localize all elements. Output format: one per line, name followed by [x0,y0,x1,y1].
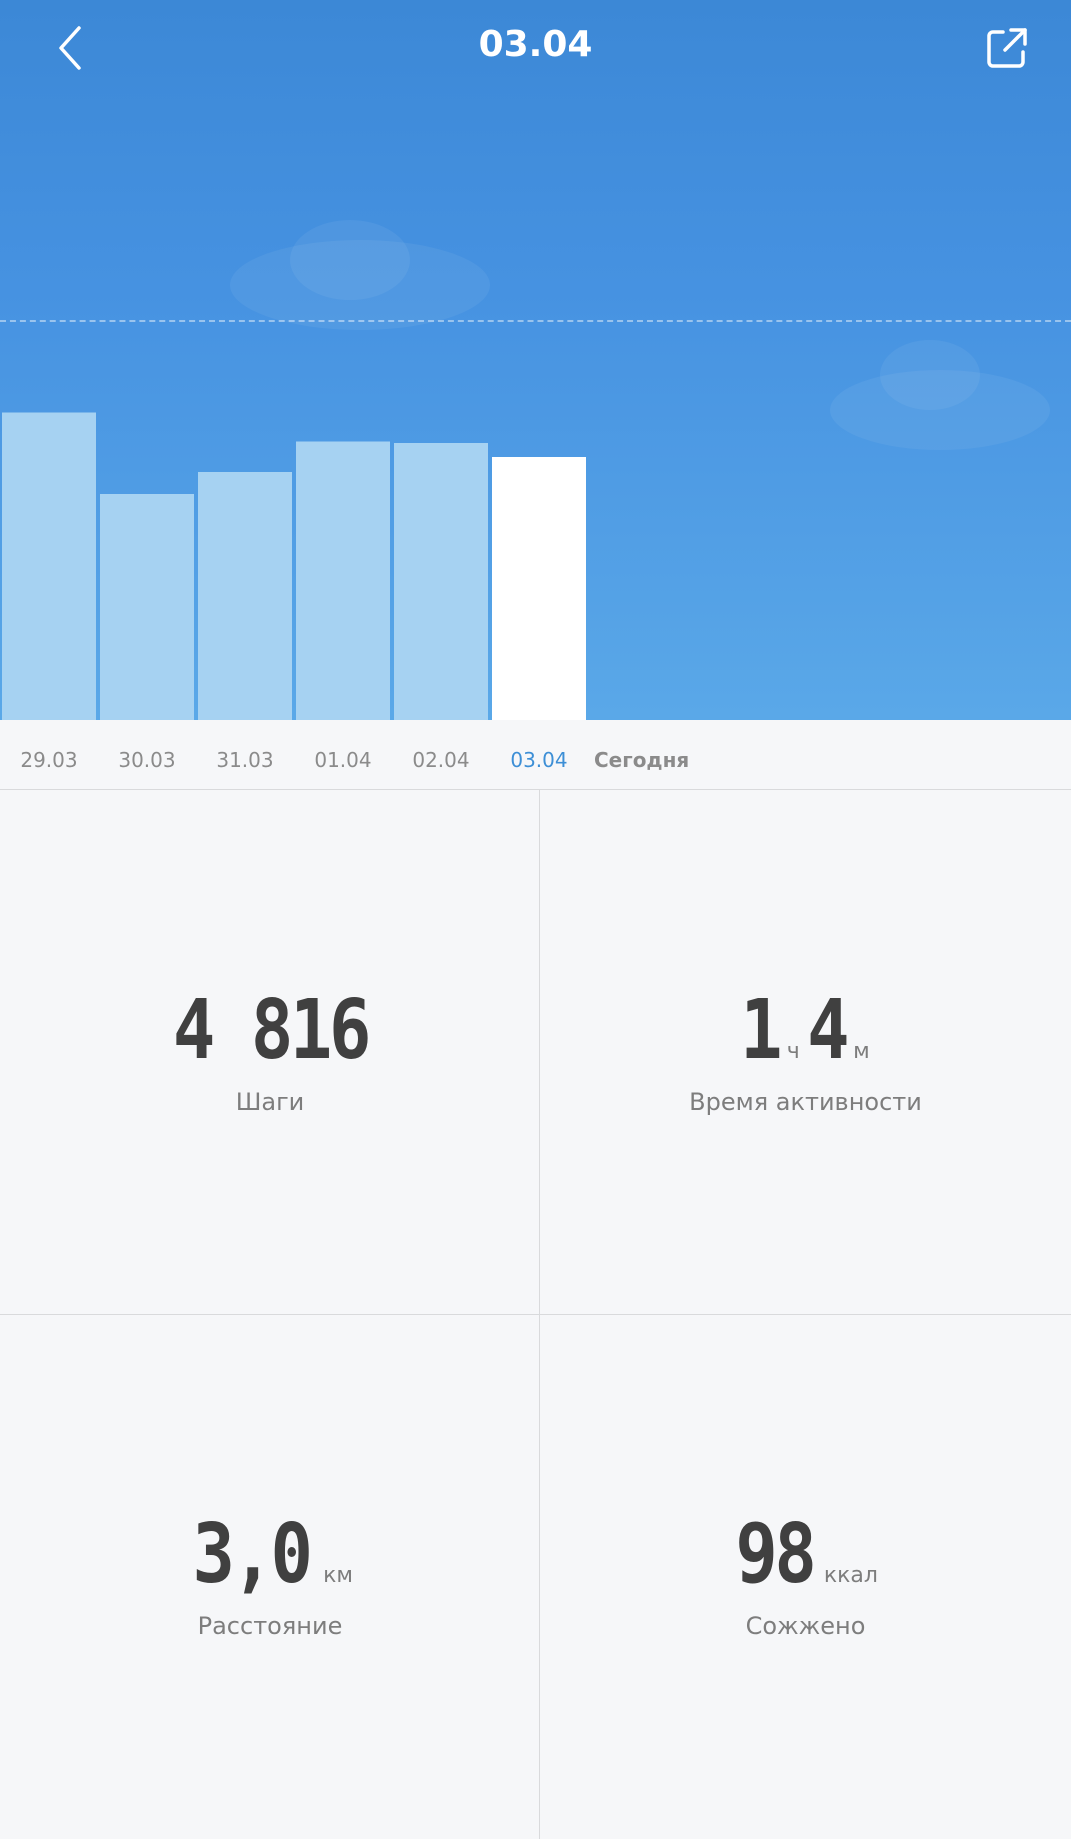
date-label-29-03[interactable]: 29.03 [0,748,98,772]
bar-02-04[interactable] [394,443,488,720]
bar-31-03[interactable] [198,472,292,720]
stat-active-time[interactable]: 1 ч 4 м Время активности [540,790,1071,1315]
share-external-icon [987,28,1027,68]
today-label[interactable]: Сегодня [594,748,689,772]
calories-value: 98 [735,1507,816,1602]
date-strip: 29.03 30.03 31.03 01.04 02.04 03.04 Сего… [0,720,1071,790]
calories-unit: ккал [823,1563,878,1588]
date-label-30-03[interactable]: 30.03 [98,748,196,772]
distance-unit: км [323,1563,353,1588]
hours-unit: ч [786,1038,800,1064]
stat-steps[interactable]: 4 816 Шаги [0,790,540,1315]
date-label-03-04[interactable]: 03.04 [490,748,588,772]
distance-label: Расстояние [197,1612,343,1640]
active-hours-value: 1 [740,982,782,1078]
date-label-01-04[interactable]: 01.04 [294,748,392,772]
active-time-value-row: 1 ч 4 м [737,982,873,1078]
calories-label: Сожжено [745,1612,866,1640]
steps-value-row: 4 816 [157,982,384,1078]
bar-30-03[interactable] [100,494,194,720]
daily-steps-chart-area: 03.04 [0,0,1071,720]
date-label-31-03[interactable]: 31.03 [196,748,294,772]
top-bar: 03.04 [0,0,1071,96]
distance-value-row: 3,0 км [183,1514,357,1596]
stats-grid: 4 816 Шаги 1 ч 4 м Время активности 3,0 … [0,790,1071,1839]
active-time-label: Время активности [689,1087,922,1116]
steps-bar-chart [2,412,586,721]
date-label-02-04[interactable]: 02.04 [392,748,490,772]
distance-value: 3,0 [192,1507,313,1602]
bar-29-03[interactable] [2,412,96,721]
page-title: 03.04 [478,24,593,65]
steps-label: Шаги [235,1087,305,1116]
stat-distance[interactable]: 3,0 км Расстояние [0,1315,540,1839]
minutes-unit: м [853,1038,870,1064]
bar-03-04[interactable] [492,457,586,720]
bar-01-04[interactable] [296,441,390,721]
activity-screen: 03.04 29.03 30.03 31.03 01.04 02.04 03.0… [0,0,1071,1839]
stat-calories[interactable]: 98 ккал Сожжено [540,1315,1071,1839]
calories-value-row: 98 ккал [729,1514,882,1596]
share-button[interactable] [977,18,1037,78]
active-minutes-value: 4 [806,982,849,1078]
steps-value: 4 816 [172,982,371,1078]
